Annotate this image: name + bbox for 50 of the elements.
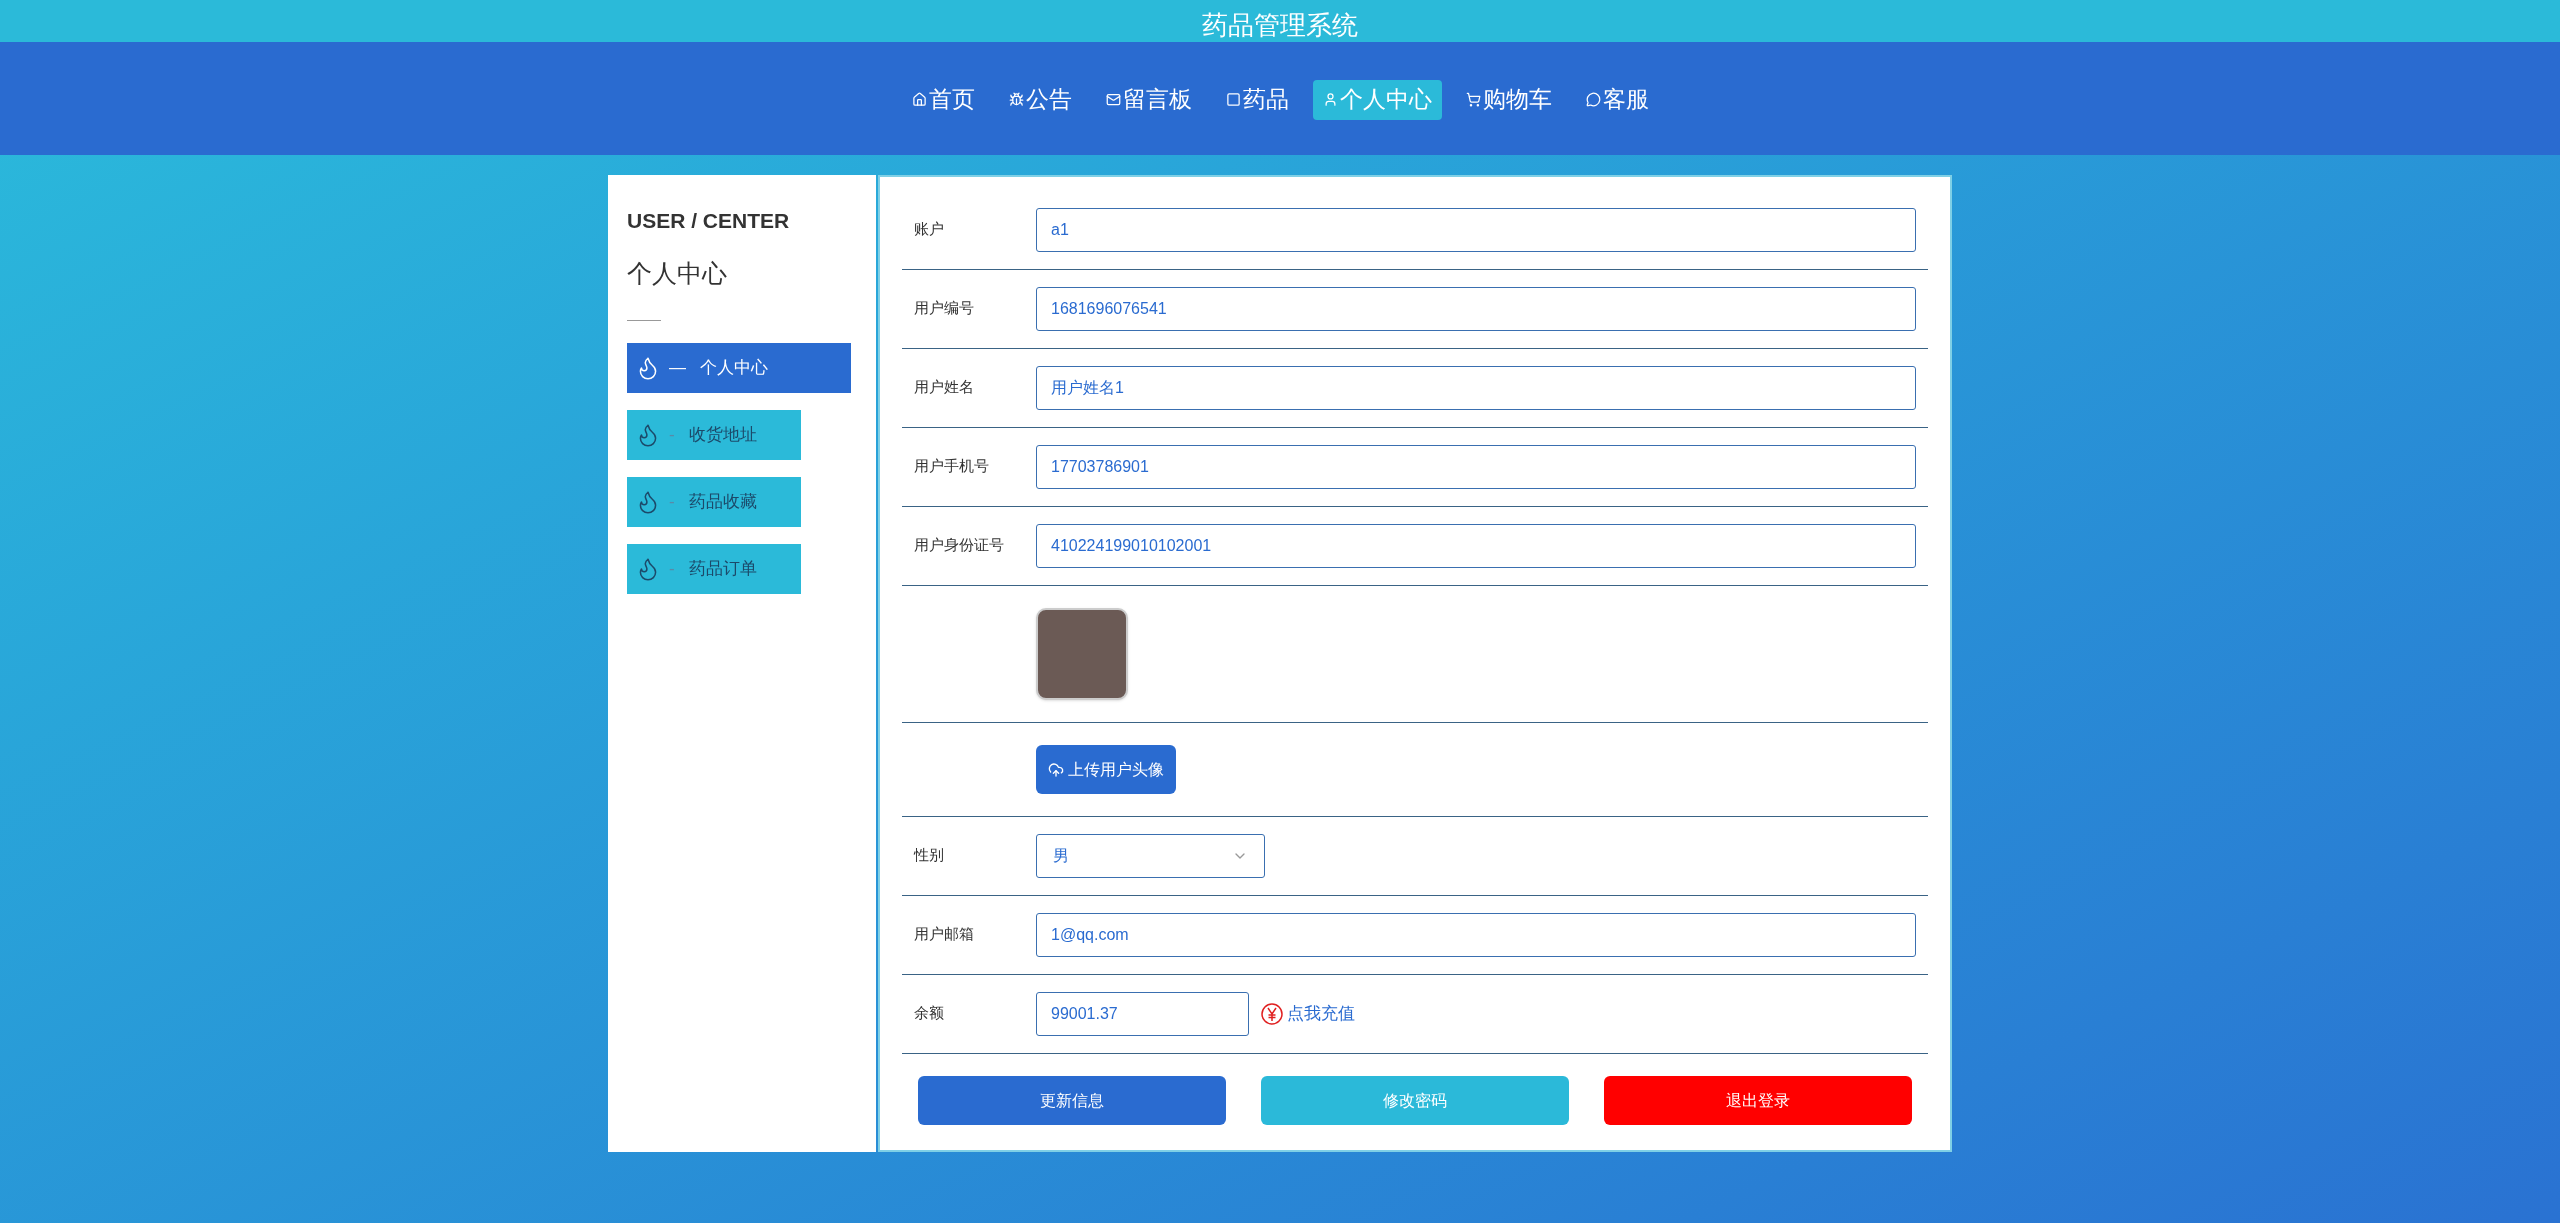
site-title: 药品管理系统 (1202, 9, 1358, 42)
item-marker: — (669, 357, 686, 380)
field-label: 用户手机号 (914, 456, 990, 476)
field-label: 账户 (914, 219, 945, 239)
gender-select[interactable]: 男 (1036, 834, 1265, 878)
item-marker: - (669, 558, 675, 581)
text-field[interactable]: 用户姓名1 (1036, 366, 1916, 410)
field-label: 用户姓名 (914, 377, 975, 397)
text-field[interactable]: 17703786901 (1036, 445, 1916, 489)
nav-link[interactable]: 首页 (901, 79, 985, 120)
field-label: 用户邮箱 (914, 924, 975, 944)
yen-coin-icon (1261, 1003, 1283, 1025)
text-field[interactable]: 410224199010102001 (1036, 524, 1916, 568)
nav-link[interactable]: 购物车 (1455, 79, 1562, 120)
sidebar-item[interactable]: - 收货地址 (627, 410, 801, 460)
text-field[interactable]: 1@qq.com (1036, 913, 1916, 957)
nav-icon (1008, 92, 1024, 107)
nav-link[interactable]: 药品 (1215, 79, 1299, 120)
field-label: 性别 (914, 845, 945, 865)
nav-link[interactable]: 留言板 (1095, 79, 1202, 120)
recharge-link[interactable]: 点我充值 (1287, 1001, 1355, 1027)
item-label: 药品收藏 (688, 491, 757, 514)
nav-icon (1105, 92, 1121, 107)
nav-icon (1465, 92, 1481, 107)
text-field[interactable]: a1 (1036, 208, 1916, 252)
item-label: 收货地址 (688, 424, 757, 447)
item-label: 个人中心 (700, 357, 768, 380)
nav-icon (1322, 92, 1338, 107)
nav-icon (1225, 92, 1241, 107)
sidebar-item[interactable]: - 药品收藏 (627, 477, 801, 527)
cloud-upload-icon (1048, 761, 1064, 778)
sidebar-item[interactable]: — 个人中心 (627, 343, 851, 393)
balance-field[interactable]: 99001.37 (1036, 992, 1249, 1036)
field-label: 用户编号 (914, 298, 975, 318)
item-marker: - (669, 491, 675, 514)
sidebar-heading-en: USER / CENTER (627, 208, 791, 234)
action-button[interactable]: 退出登录 (1604, 1076, 1912, 1125)
item-marker: - (669, 424, 675, 447)
item-label: 药品订单 (688, 558, 757, 581)
text-field[interactable]: 1681696076541 (1036, 287, 1916, 331)
nav-icon (911, 92, 927, 107)
sidebar-item[interactable]: - 药品订单 (627, 544, 801, 594)
sidebar-heading: 个人中心 (627, 257, 728, 289)
field-label: 余额 (914, 1003, 945, 1023)
field-label: 用户身份证号 (914, 535, 1005, 555)
nav-link[interactable]: 公告 (998, 79, 1082, 120)
upload-avatar-button[interactable]: 上传用户头像 (1036, 745, 1176, 794)
action-button[interactable]: 更新信息 (918, 1076, 1226, 1125)
nav-link[interactable]: 客服 (1575, 79, 1659, 120)
nav-icon (1585, 92, 1601, 107)
